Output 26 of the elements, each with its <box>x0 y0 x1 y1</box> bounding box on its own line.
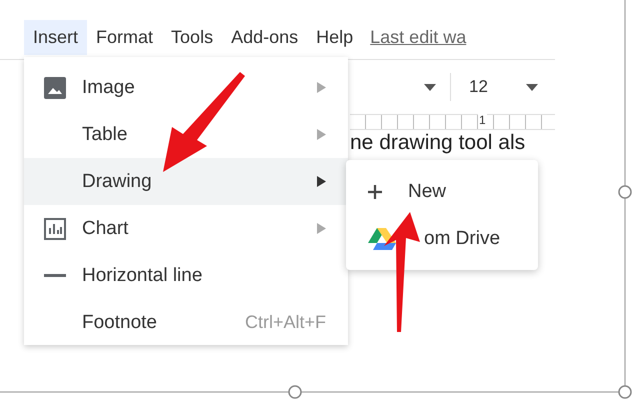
menu-item[interactable]: New <box>346 168 538 215</box>
resize-handle[interactable] <box>288 385 302 399</box>
horizontal-line-icon <box>44 274 66 277</box>
caret-icon[interactable] <box>526 84 538 90</box>
resize-handle[interactable] <box>618 385 632 399</box>
menu-item[interactable]: Image <box>24 64 348 111</box>
plus-icon <box>368 184 382 198</box>
menu-item[interactable]: Drawing <box>24 158 348 205</box>
menu-item[interactable]: Chart <box>24 205 348 252</box>
menu-item[interactable]: Table <box>24 111 348 158</box>
menu-bar-item[interactable]: Help <box>307 20 362 54</box>
caret-icon[interactable] <box>424 84 436 90</box>
menu-item[interactable]: Footnote Ctrl+Alt+F <box>24 299 348 345</box>
menu-bar-item[interactable]: Format <box>87 20 162 54</box>
ruler-number: 1 <box>478 113 487 127</box>
resize-handle[interactable] <box>618 185 632 199</box>
menu-bar-item[interactable]: Insert <box>24 20 88 54</box>
menu-bar-item[interactable]: Add-ons <box>222 20 308 54</box>
chart-icon <box>44 218 66 240</box>
menu-bar-item[interactable]: Tools <box>162 20 222 54</box>
image-icon <box>44 76 66 98</box>
shortcut-text: Ctrl+Alt+F <box>244 312 326 333</box>
document-text: ne drawing tool als <box>350 131 526 154</box>
font-size-field[interactable]: 12 <box>469 77 488 97</box>
last-edit-link[interactable]: Last edit wa <box>370 26 466 48</box>
menu-item[interactable]: Horizontal line <box>24 252 348 299</box>
